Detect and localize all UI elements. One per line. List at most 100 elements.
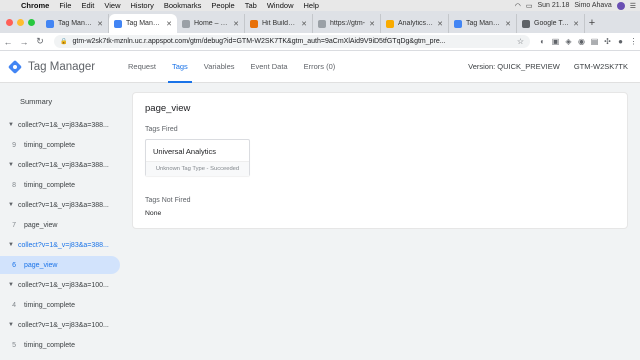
lock-icon[interactable]: 🔒 — [60, 38, 67, 45]
browser-tab[interactable]: Hit Builder – ✕ — [245, 14, 313, 33]
main-nav: Request Tags Variables Event Data Errors… — [120, 51, 343, 83]
tags-not-fired-value: None — [145, 210, 162, 217]
sidebar-request-item[interactable]: ▼ collect?v=1&_v=j83&a=100... — [0, 276, 120, 294]
menu-people[interactable]: People — [206, 1, 239, 10]
minimize-window-button[interactable] — [17, 18, 24, 26]
tab-favicon-icon — [386, 19, 394, 28]
battery-icon[interactable]: ▭ — [526, 2, 533, 10]
address-url[interactable]: gtm-w2sk7tk-mznln.uc.r.appspot.com/gtm/d… — [72, 38, 445, 45]
chevron-down-icon[interactable]: ▼ — [0, 282, 18, 288]
sidebar-item-label: timing_complete — [24, 341, 75, 349]
tab-close-icon[interactable]: ✕ — [505, 20, 511, 28]
menu-history[interactable]: History — [126, 1, 159, 10]
extension-icon[interactable]: ▤ — [588, 37, 601, 46]
browser-tab[interactable]: Google Tag M✕ — [517, 14, 585, 33]
tab-favicon-icon — [46, 19, 54, 28]
tab-close-icon[interactable]: ✕ — [573, 20, 579, 28]
forward-icon[interactable]: → — [16, 37, 32, 47]
wifi-icon[interactable]: ◠ — [515, 2, 521, 10]
sidebar-request-item[interactable]: ▼ collect?v=1&_v=j83&a=388... — [0, 196, 120, 214]
browser-tab[interactable]: Analytics 36 ✕ — [381, 14, 449, 33]
menu-window[interactable]: Window — [262, 1, 299, 10]
tag-manager-logo-icon — [7, 59, 23, 74]
tab-favicon-icon — [182, 19, 190, 28]
puzzle-icon[interactable]: ✣ — [601, 37, 614, 46]
tab-event-data[interactable]: Event Data — [243, 51, 296, 83]
tab-label: Analytics 36 — [398, 20, 435, 27]
sidebar-event-item[interactable]: 5 timing_complete — [0, 336, 120, 354]
menu-list-icon[interactable]: ☰ — [630, 2, 636, 10]
tab-label: Home – GTM — [194, 20, 231, 27]
tag-manager-logo[interactable]: Tag Manager — [0, 59, 120, 74]
event-number: 9 — [12, 141, 16, 149]
chevron-down-icon[interactable]: ▼ — [0, 202, 18, 208]
menu-view[interactable]: View — [99, 1, 125, 10]
extension-icon[interactable]: ◐ — [536, 37, 549, 46]
browser-tab[interactable]: Tag Manager✕ — [109, 14, 177, 33]
browser-tab[interactable]: Tag Manager✕ — [449, 14, 517, 33]
tab-close-icon[interactable]: ✕ — [369, 20, 375, 28]
menu-tab[interactable]: Tab — [240, 1, 262, 10]
sidebar-event-item[interactable]: 4 timing_complete — [0, 296, 120, 314]
menu-status-area: ◠ ▭ Sun 21.18 Simo Ahava ☰ — [515, 1, 640, 10]
tags-not-fired-heading: Tags Not Fired — [145, 197, 191, 204]
browser-tab-strip: Tag Manager✕Tag Manager✕Home – GTM✕Hit B… — [0, 11, 640, 33]
tab-favicon-icon — [522, 19, 530, 28]
tab-close-icon[interactable]: ✕ — [233, 20, 239, 28]
chevron-down-icon[interactable]: ▼ — [0, 322, 18, 328]
zoom-window-button[interactable] — [28, 18, 35, 26]
sidebar-event-item[interactable]: 6 page_view — [0, 256, 120, 274]
sidebar-request-item[interactable]: ▼ collect?v=1&_v=j83&a=388... — [0, 236, 120, 254]
extension-icon[interactable]: ◈ — [562, 37, 575, 46]
more-menu-icon[interactable]: ⋮ — [627, 37, 640, 46]
tab-close-icon[interactable]: ✕ — [301, 20, 307, 28]
address-bar[interactable]: 🔒 gtm-w2sk7tk-mznln.uc.r.appspot.com/gtm… — [54, 35, 530, 48]
tab-label: https://gtm- — [330, 20, 366, 27]
menu-help[interactable]: Help — [299, 1, 324, 10]
event-number: 4 — [12, 301, 16, 309]
sidebar-request-item[interactable]: ▼ collect?v=1&_v=j83&a=100... — [0, 316, 120, 334]
bookmark-star-icon[interactable]: ☆ — [517, 37, 524, 46]
menu-file[interactable]: File — [54, 1, 76, 10]
tab-request[interactable]: Request — [120, 51, 164, 83]
tab-variables[interactable]: Variables — [196, 51, 243, 83]
event-number: 5 — [12, 341, 16, 349]
extension-icon[interactable]: ◉ — [575, 37, 588, 46]
tab-close-icon[interactable]: ✕ — [97, 20, 103, 28]
event-sidebar: Summary ▼ collect?v=1&_v=j83&a=388... 9 tim… — [0, 83, 124, 360]
extension-icon[interactable]: ▣ — [549, 37, 562, 46]
reload-icon[interactable]: ↻ — [32, 36, 48, 47]
profile-icon[interactable]: ● — [614, 37, 627, 46]
fired-tag-card[interactable]: Universal Analytics Unknown Tag Type - S… — [145, 139, 250, 176]
fired-tag-name: Universal Analytics — [153, 147, 216, 156]
sidebar-event-item[interactable]: 9 timing_complete — [0, 136, 120, 154]
browser-tab[interactable]: Tag Manager✕ — [41, 14, 109, 33]
browser-tab[interactable]: Home – GTM✕ — [177, 14, 245, 33]
chevron-down-icon[interactable]: ▼ — [0, 242, 18, 248]
sidebar-item-label: collect?v=1&_v=j83&a=388... — [18, 121, 109, 129]
sidebar-event-item[interactable]: 8 timing_complete — [0, 176, 120, 194]
sidebar-request-item[interactable]: ▼ collect?v=1&_v=j83&a=388... — [0, 156, 120, 174]
macos-menu-bar: Chrome File Edit View History Bookmarks … — [0, 0, 640, 11]
clock-text[interactable]: Sun 21.18 — [537, 2, 569, 9]
menu-edit[interactable]: Edit — [76, 1, 99, 10]
tab-errors[interactable]: Errors (0) — [296, 51, 344, 83]
new-tab-button[interactable]: + — [585, 14, 599, 33]
user-avatar-icon[interactable] — [616, 1, 625, 10]
tab-label: Google Tag M — [534, 20, 570, 27]
sidebar-summary[interactable]: Summary — [20, 97, 52, 106]
sidebar-request-item[interactable]: ▼ collect?v=1&_v=j83&a=388... — [0, 116, 120, 134]
sidebar-item-label: timing_complete — [24, 141, 75, 149]
back-icon[interactable]: ← — [0, 37, 16, 47]
tab-tags[interactable]: Tags — [164, 51, 196, 83]
chevron-down-icon[interactable]: ▼ — [0, 162, 18, 168]
tab-close-icon[interactable]: ✕ — [437, 20, 443, 28]
close-window-button[interactable] — [6, 18, 13, 26]
user-name[interactable]: Simo Ahava — [574, 2, 611, 9]
menu-app-name[interactable]: Chrome — [16, 1, 54, 10]
sidebar-event-item[interactable]: 7 page_view — [0, 216, 120, 234]
chevron-down-icon[interactable]: ▼ — [0, 122, 18, 128]
tab-close-icon[interactable]: ✕ — [166, 20, 172, 28]
menu-bookmarks[interactable]: Bookmarks — [159, 1, 207, 10]
browser-tab[interactable]: https://gtm- ✕ — [313, 14, 381, 33]
